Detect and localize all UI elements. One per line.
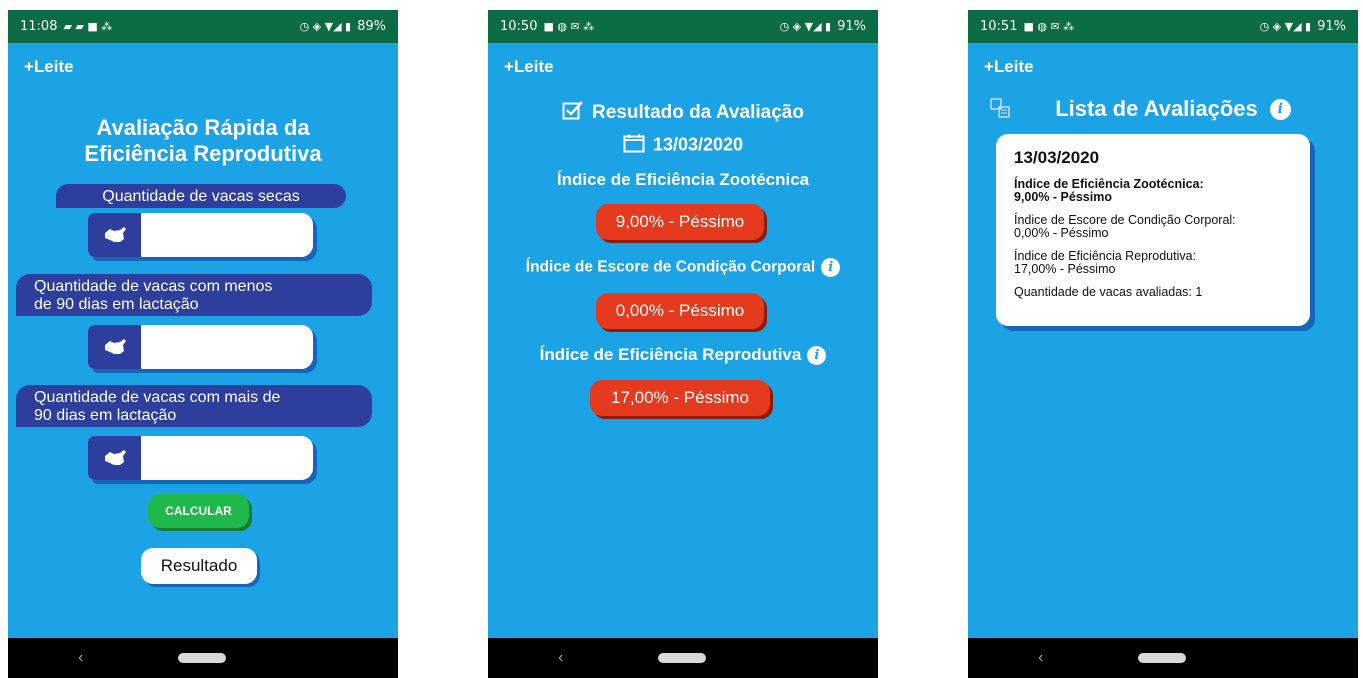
status-time: 10:50 (500, 19, 538, 34)
status-bar: 10:50 ■ ◍ ✉ ⁂ ◷ ◈ ▼◢ ▮ 91% (488, 10, 878, 43)
list-icon (990, 98, 1012, 126)
battery-level: 91% (837, 19, 866, 34)
calculate-button[interactable]: CALCULAR (148, 494, 249, 528)
back-icon[interactable]: ‹ (78, 649, 83, 667)
status-bar: 10:51 ■ ◍ ✉ ⁂ ◷ ◈ ▼◢ ▮ 91% (968, 10, 1358, 43)
cows-evaluated-count: Quantidade de vacas avaliadas: 1 (1014, 285, 1203, 299)
phone-screen-list: 10:51 ■ ◍ ✉ ⁂ ◷ ◈ ▼◢ ▮ 91% +Leite Lista … (968, 10, 1358, 678)
field-label-less-90: Quantidade de vacas com menos de 90 dias… (16, 274, 372, 316)
dry-cows-input[interactable] (141, 213, 313, 257)
battery-level: 89% (357, 19, 386, 34)
system-icons: ◷ ◈ ▼◢ ▮ (779, 20, 832, 33)
reproductive-index-value: 17,00% - Péssimo (590, 380, 770, 416)
cow-icon (88, 436, 141, 480)
field-label-more-90: Quantidade de vacas com mais de 90 dias … (16, 385, 372, 427)
reproductive-index-text: Índice de Eficiência Reprodutiva (539, 345, 802, 364)
field-label-text: Quantidade de vacas com mais de (34, 389, 281, 406)
info-icon[interactable]: i (821, 258, 841, 277)
entry-value: 0,00% - Péssimo (1014, 226, 1109, 240)
status-bar: 11:08 ▰ ▰ ■ ⁂ ◷ ◈ ▼◢ ▮ 89% (8, 10, 398, 43)
phone-screen-calculator: 11:08 ▰ ▰ ■ ⁂ ◷ ◈ ▼◢ ▮ 89% +Leite Avalia… (8, 10, 398, 678)
phone-screen-result: 10:50 ■ ◍ ✉ ⁂ ◷ ◈ ▼◢ ▮ 91% +Leite Result… (488, 10, 878, 678)
field-label-text: Quantidade de vacas com menos (34, 278, 273, 295)
field-label-dry-cows: Quantidade de vacas secas (56, 184, 346, 208)
navigation-bar: ‹ (8, 638, 398, 678)
info-icon[interactable]: i (1269, 98, 1291, 120)
cow-icon (88, 213, 141, 257)
body-condition-index-text: Índice de Escore de Condição Corporal (525, 258, 816, 276)
field-label-text: de 90 dias em lactação (34, 296, 199, 313)
calendar-icon (623, 133, 645, 158)
status-time: 11:08 (20, 19, 58, 34)
page-title-line1: Avaliação Rápida da (96, 115, 310, 140)
battery-level: 91% (1317, 19, 1346, 34)
notification-icons: ▰ ▰ ■ ⁂ (63, 20, 113, 33)
home-pill-icon[interactable] (658, 653, 706, 663)
notification-icons: ■ ◍ ✉ ⁂ (1023, 20, 1075, 33)
system-icons: ◷ ◈ ▼◢ ▮ (299, 20, 352, 33)
back-icon[interactable]: ‹ (1038, 649, 1043, 667)
more-90-days-input[interactable] (141, 436, 313, 480)
result-heading: Resultado da Avaliação (488, 100, 878, 126)
info-icon[interactable]: i (807, 346, 827, 366)
zootechnical-index-value: 9,00% - Péssimo (596, 204, 764, 240)
reproductive-index-label: Índice de Eficiência Reprodutiva i (488, 345, 878, 366)
cow-icon (88, 325, 141, 369)
field-label-text: 90 dias em lactação (34, 407, 177, 424)
notification-icons: ■ ◍ ✉ ⁂ (543, 20, 595, 33)
entry-value: 17,00% - Péssimo (1014, 262, 1116, 276)
body-condition-index-value: 0,00% - Péssimo (596, 293, 764, 329)
zootechnical-index-entry: Índice de Eficiência Zootécnica: 9,00% -… (1014, 178, 1292, 204)
body-condition-index-entry: Índice de Escore de Condição Corporal: 0… (1014, 214, 1292, 240)
list-heading: Lista de Avaliações i (968, 92, 1358, 126)
entry-value: 9,00% - Péssimo (1014, 190, 1112, 204)
more-90-days-input-group[interactable] (88, 436, 313, 480)
reproductive-index-entry: Índice de Eficiência Reprodutiva: 17,00%… (1014, 250, 1292, 276)
checkbox-icon (562, 100, 584, 126)
home-pill-icon[interactable] (178, 653, 226, 663)
status-time: 10:51 (980, 19, 1018, 34)
result-button[interactable]: Resultado (141, 548, 257, 584)
page-title: Avaliação Rápida da Eficiência Reproduti… (8, 115, 398, 167)
field-label-text: Quantidade de vacas secas (102, 188, 300, 205)
result-date-text: 13/03/2020 (652, 134, 744, 155)
navigation-bar: ‹ (968, 638, 1358, 678)
app-title: +Leite (504, 57, 554, 76)
app-title: +Leite (24, 57, 74, 76)
dry-cows-input-group[interactable] (88, 213, 313, 257)
zootechnical-index-label: Índice de Eficiência Zootécnica (556, 170, 810, 189)
evaluation-card[interactable]: 13/03/2020 Índice de Eficiência Zootécni… (996, 134, 1310, 326)
page-title-line2: Eficiência Reprodutiva (84, 141, 322, 166)
home-pill-icon[interactable] (1138, 653, 1186, 663)
system-icons: ◷ ◈ ▼◢ ▮ (1259, 20, 1312, 33)
less-90-days-input[interactable] (141, 325, 313, 369)
result-heading-text: Resultado da Avaliação (592, 102, 804, 124)
evaluation-date: 13/03/2020 (1014, 148, 1100, 167)
body-condition-index-label: Índice de Escore de Condição Corporal i (488, 258, 878, 277)
navigation-bar: ‹ (488, 638, 878, 678)
back-icon[interactable]: ‹ (558, 649, 563, 667)
result-date: 13/03/2020 (488, 133, 878, 158)
list-heading-text: Lista de Avaliações (1055, 96, 1258, 121)
less-90-days-input-group[interactable] (88, 325, 313, 369)
app-title: +Leite (984, 57, 1034, 76)
